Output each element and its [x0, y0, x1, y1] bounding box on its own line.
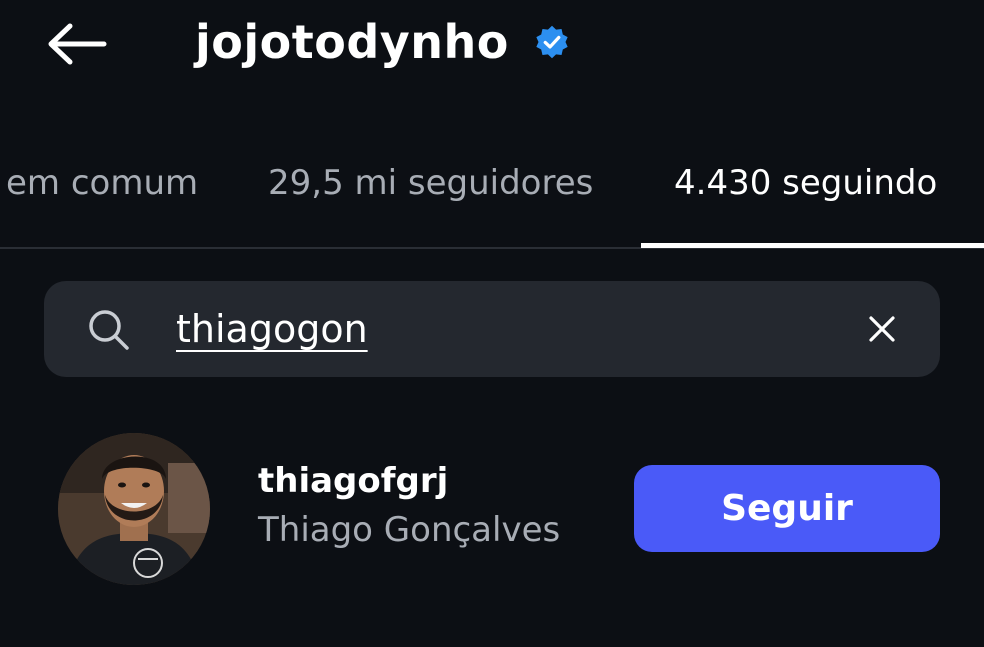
- search-icon: [89, 310, 129, 350]
- follow-tabs: em comum 29,5 mi seguidores 4.430 seguin…: [0, 140, 984, 250]
- tab-followers[interactable]: 29,5 mi seguidores: [268, 158, 593, 208]
- profile-photo: [58, 433, 210, 585]
- clear-search-button[interactable]: [858, 305, 906, 353]
- top-bar: jojotodynho: [0, 0, 984, 90]
- search-input[interactable]: thiagogon: [176, 301, 368, 357]
- profile-username-title: jojotodynho: [195, 15, 509, 69]
- follow-button[interactable]: Seguir: [634, 465, 940, 552]
- tab-mutual[interactable]: em comum: [6, 158, 198, 208]
- active-tab-indicator: [641, 243, 984, 248]
- verified-badge-icon: [536, 25, 568, 59]
- result-username: thiagofgrj: [258, 461, 449, 501]
- arrow-left-icon: [48, 23, 107, 65]
- back-button[interactable]: [40, 14, 112, 74]
- tab-following[interactable]: 4.430 seguindo: [674, 158, 937, 208]
- following-list-screen: jojotodynho em comum 29,5 mi seguidores …: [0, 0, 984, 647]
- avatar[interactable]: [58, 433, 210, 585]
- result-full-name: Thiago Gonçalves: [258, 510, 561, 550]
- close-icon: [869, 316, 895, 342]
- list-item[interactable]: thiagofgrj Thiago Gonçalves Seguir: [0, 420, 984, 600]
- search-bar: thiagogon: [44, 281, 940, 377]
